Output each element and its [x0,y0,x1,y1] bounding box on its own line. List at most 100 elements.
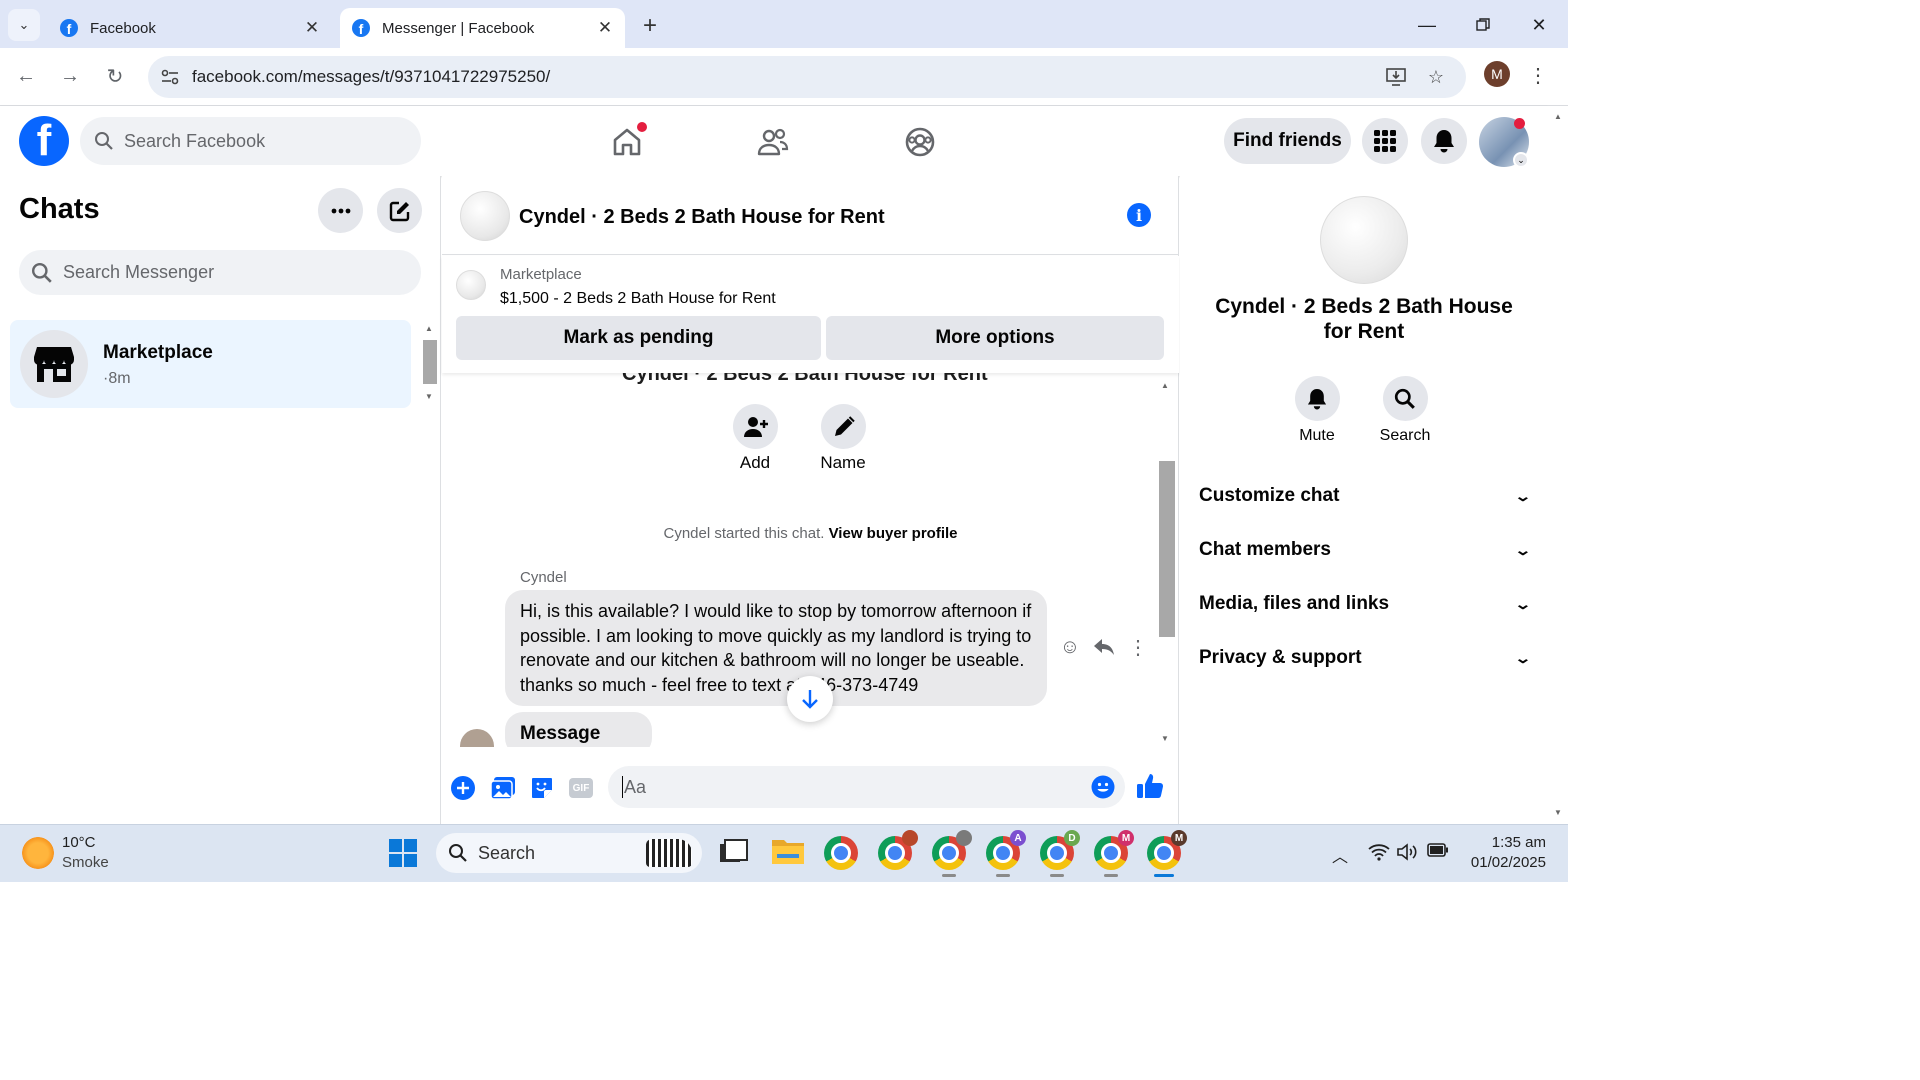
scroll-down-arrow-icon[interactable]: ▼ [1554,808,1562,817]
message-input[interactable]: Aa [608,766,1125,808]
site-info-icon[interactable] [158,65,182,89]
scrollbar-thumb[interactable] [1159,461,1175,637]
reply-icon[interactable] [1092,635,1116,659]
address-bar[interactable]: facebook.com/messages/t/9371041722975250… [148,56,1466,98]
sender-avatar[interactable] [460,729,494,747]
search-in-chat-button[interactable]: Search [1365,376,1445,445]
chrome-profile-icon[interactable] [932,830,972,877]
chat-members-section[interactable]: Chat members ⌄ [1199,530,1532,570]
incoming-message-bubble[interactable]: Hi, is this available? I would like to s… [505,590,1047,706]
scroll-up-arrow-icon[interactable]: ▲ [1161,381,1169,390]
minimize-button[interactable]: — [1412,10,1442,40]
chrome-profile-icon-active[interactable]: M [1147,830,1187,877]
info-icon[interactable]: i [1127,203,1151,227]
bell-icon [1434,130,1454,153]
messenger-search-input[interactable]: Search Messenger [19,250,421,295]
attach-photo-icon[interactable] [489,774,517,802]
react-emoji-icon[interactable]: ☺ [1058,635,1082,659]
tab-search-button[interactable]: ⌄ [8,9,40,41]
more-options-button[interactable]: More options [826,316,1164,360]
mute-label: Mute [1299,427,1335,444]
file-explorer-icon[interactable] [771,836,805,870]
customize-chat-section[interactable]: Customize chat ⌄ [1199,476,1532,516]
close-tab-icon[interactable]: ✕ [593,16,617,40]
home-nav-button[interactable] [605,120,649,164]
taskbar-search-box[interactable]: Search [436,833,702,873]
notification-dot [637,122,647,132]
chevron-down-icon: ⌄ [1514,541,1532,558]
new-message-button[interactable] [377,188,422,233]
mute-button[interactable]: Mute [1277,376,1357,445]
weather-temperature[interactable]: 10°C [62,834,96,851]
emoji-icon[interactable] [1091,775,1115,804]
system-clock[interactable]: 1:35 am 01/02/2025 [1462,833,1546,873]
privacy-support-section[interactable]: Privacy & support ⌄ [1199,638,1532,678]
facebook-search-input[interactable]: Search Facebook [80,117,421,165]
reload-button[interactable]: ↻ [99,60,131,92]
install-app-icon[interactable] [1384,65,1408,89]
add-person-button[interactable] [733,404,778,449]
chat-list-item[interactable]: Marketplace ·8m [10,320,411,408]
gif-icon[interactable]: GIF [567,774,595,802]
active-indicator [1154,874,1174,877]
notifications-button[interactable] [1421,118,1467,164]
facebook-logo-icon[interactable]: f [19,116,69,166]
scrollbar-thumb[interactable] [423,340,437,384]
marketplace-avatar [20,330,88,398]
name-chat-button[interactable] [821,404,866,449]
close-tab-icon[interactable]: ✕ [300,16,324,40]
new-tab-button[interactable]: + [636,12,664,40]
listing-thumbnail[interactable] [456,270,486,300]
listing-title[interactable]: $1,500 - 2 Beds 2 Bath House for Rent [500,290,776,308]
message-more-icon[interactable]: ⋮ [1126,635,1150,659]
close-window-button[interactable]: ✕ [1524,10,1554,40]
tab-messenger[interactable]: f Messenger | Facebook ✕ [340,8,625,48]
chevron-down-icon[interactable]: ⌄ [1513,152,1529,168]
chrome-profile-icon[interactable]: A [986,830,1026,877]
sticker-icon[interactable] [528,774,556,802]
chrome-icon[interactable] [824,836,858,870]
listing-source-label: Marketplace [500,266,582,283]
chrome-profile-icon[interactable]: D [1040,830,1080,877]
back-button[interactable]: ← [10,60,42,92]
windows-start-icon[interactable] [389,839,417,867]
mark-as-pending-button[interactable]: Mark as pending [456,316,821,360]
show-hidden-icons-chevron-icon[interactable]: ︿ [1332,843,1348,867]
conversation-header: Cyndel · 2 Beds 2 Bath House for Rent i [442,176,1179,255]
groups-nav-button[interactable] [898,120,942,164]
weather-sun-icon[interactable] [22,837,54,869]
scroll-down-arrow-icon[interactable]: ▼ [1161,734,1169,743]
scroll-to-bottom-button[interactable] [787,676,833,722]
scroll-up-arrow-icon[interactable]: ▲ [425,324,433,333]
bookmark-star-icon[interactable]: ☆ [1424,65,1448,89]
page-scrollbar[interactable]: ▲ ▼ [1548,106,1568,824]
media-files-links-section[interactable]: Media, files and links ⌄ [1199,584,1532,624]
scroll-down-arrow-icon[interactable]: ▼ [425,392,433,401]
profile-badge: A [1010,830,1026,846]
chrome-profile-icon[interactable] [878,830,918,870]
conversation-title[interactable]: Cyndel · 2 Beds 2 Bath House for Rent [519,206,885,229]
friends-nav-button[interactable] [751,120,795,164]
battery-icon[interactable] [1427,843,1449,862]
thumbs-up-icon[interactable] [1136,772,1164,800]
forward-button[interactable]: → [54,60,86,92]
message-sender-name: Cyndel [520,569,567,586]
conversation-avatar-large[interactable] [1320,196,1408,284]
conversation-avatar[interactable] [460,191,510,241]
chats-scrollbar[interactable]: ▲ ▼ [421,322,439,406]
scroll-up-arrow-icon[interactable]: ▲ [1554,112,1562,121]
task-view-icon[interactable] [716,836,750,870]
restore-button[interactable] [1468,10,1498,40]
more-actions-plus-icon[interactable] [449,774,477,802]
browser-menu-icon[interactable]: ⋮ [1528,61,1548,89]
view-buyer-profile-link[interactable]: View buyer profile [829,525,958,542]
volume-icon[interactable] [1397,843,1419,866]
thread-scrollbar[interactable]: ▲ ▼ [1157,379,1175,747]
wifi-icon[interactable] [1368,843,1390,866]
menu-button[interactable] [1362,118,1408,164]
tab-facebook[interactable]: f Facebook ✕ [48,8,332,48]
find-friends-button[interactable]: Find friends [1224,118,1351,164]
chat-options-button[interactable] [318,188,363,233]
chrome-profile-icon[interactable]: M [1094,830,1134,877]
browser-profile-avatar[interactable]: M [1484,61,1510,87]
